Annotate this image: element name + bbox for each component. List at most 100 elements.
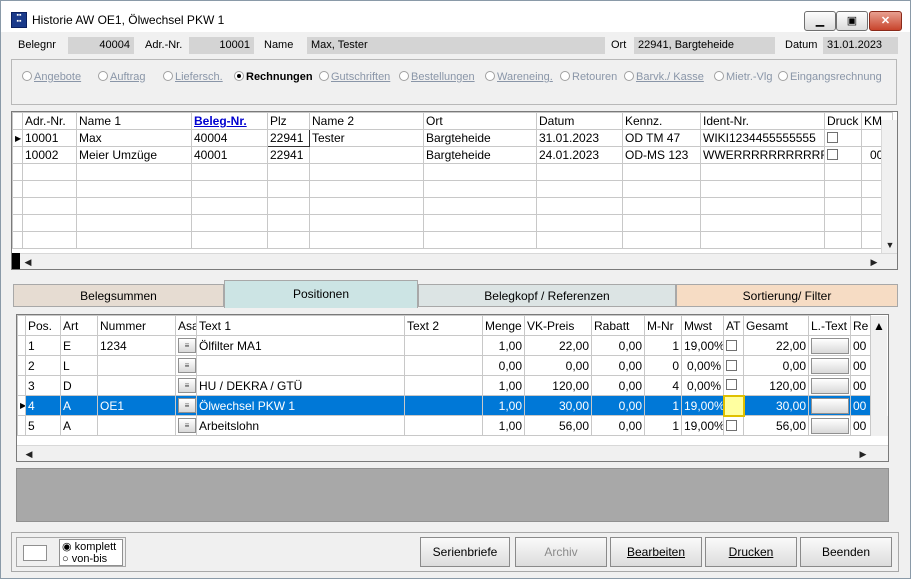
col-header-mnr[interactable]: M-Nr: [644, 315, 682, 336]
ltext-button[interactable]: [808, 355, 851, 376]
cell-name1[interactable]: Max: [76, 129, 192, 147]
col-header-art[interactable]: Art: [60, 315, 98, 336]
cell-mnr[interactable]: 1: [644, 395, 682, 416]
cell-text2[interactable]: [404, 335, 483, 356]
cell-ort[interactable]: Bargteheide: [423, 146, 537, 164]
cell-nummer[interactable]: [97, 355, 176, 376]
col-header-kennz[interactable]: Kennz.: [622, 112, 701, 130]
col-header-nummer[interactable]: Nummer: [97, 315, 176, 336]
tab-sortierung-filter[interactable]: Sortierung/ Filter: [676, 284, 898, 307]
cell-gesamt[interactable]: 30,00: [743, 395, 809, 416]
cell-pos[interactable]: 3: [25, 375, 61, 396]
col-header-plz[interactable]: Plz: [267, 112, 310, 130]
col-header-rabatt[interactable]: Rabatt: [591, 315, 645, 336]
cell-vkpreis[interactable]: 0,00: [524, 355, 592, 376]
table-row[interactable]: ▶ 10001 Max 40004 22941 Tester Bargtehei…: [12, 129, 893, 147]
drucken-button[interactable]: Drucken: [705, 537, 797, 567]
col-header-mwst[interactable]: Mwst: [681, 315, 724, 336]
cell-rabatt[interactable]: 0,00: [591, 355, 645, 376]
ltext-button[interactable]: [808, 415, 851, 436]
cell-rabatt[interactable]: 0,00: [591, 375, 645, 396]
serienbriefe-button[interactable]: Serienbriefe: [420, 537, 510, 567]
col-header-name2[interactable]: Name 2: [309, 112, 424, 130]
cell-datum[interactable]: 24.01.2023: [536, 146, 623, 164]
memo-button[interactable]: ≡: [175, 415, 197, 436]
cell-text2[interactable]: [404, 355, 483, 376]
cell-nummer[interactable]: [97, 415, 176, 436]
cell-mwst[interactable]: 0,00%: [681, 375, 724, 396]
col-header-asa[interactable]: Asa: [175, 315, 197, 336]
cell-re[interactable]: 00: [850, 335, 871, 356]
table-row[interactable]: 5A ≡ Arbeitslohn 1,00 56,00 0,00 1 19,00% 56…: [17, 415, 888, 436]
col-header-text1[interactable]: Text 1: [196, 315, 405, 336]
cell-mnr[interactable]: 1: [644, 335, 682, 356]
cell-at-checkbox[interactable]: [723, 335, 744, 356]
col-header-ort[interactable]: Ort: [423, 112, 537, 130]
cell-identnr[interactable]: WWERRRRRRRRRRR: [700, 146, 825, 164]
col-header-gesamt[interactable]: Gesamt: [743, 315, 809, 336]
cell-text2[interactable]: [404, 415, 483, 436]
maximize-button[interactable]: ▣: [836, 11, 868, 31]
scroll-up-icon[interactable]: ▲: [870, 315, 888, 336]
table-row-selected[interactable]: ▶4AOE1 ≡ Ölwechsel PKW 1 1,0030,000,0011…: [17, 394, 888, 417]
cell-rabatt[interactable]: 0,00: [591, 415, 645, 436]
scroll-left-icon[interactable]: ◀: [21, 446, 37, 461]
cell-druck-checkbox[interactable]: [824, 146, 862, 164]
cell-mwst[interactable]: 19,00%: [681, 415, 724, 436]
cell-gesamt[interactable]: 120,00: [743, 375, 809, 396]
bearbeiten-button[interactable]: Bearbeiten: [610, 537, 702, 567]
cell-rabatt[interactable]: 0,00: [591, 335, 645, 356]
radio-auftrag[interactable]: Auftrag: [98, 71, 145, 83]
tab-belegsummen[interactable]: Belegsummen: [13, 284, 224, 307]
scroll-down-icon[interactable]: ▼: [882, 237, 897, 253]
cell-vkpreis[interactable]: 22,00: [524, 335, 592, 356]
memo-button[interactable]: ≡: [175, 355, 197, 376]
cell-mnr[interactable]: 0: [644, 355, 682, 376]
cell-pos[interactable]: 4: [25, 395, 61, 416]
cell-menge[interactable]: 1,00: [482, 415, 525, 436]
cell-kennz[interactable]: OD-MS 123: [622, 146, 701, 164]
cell-mwst[interactable]: 19,00%: [681, 395, 724, 416]
radio-eingangsrechnung[interactable]: Eingangsrechnung: [778, 71, 882, 83]
archiv-button[interactable]: Archiv: [515, 537, 607, 567]
cell-re[interactable]: 00: [850, 395, 871, 416]
cell-text1[interactable]: HU / DEKRA / GTÜ: [196, 375, 405, 396]
tab-belegkopf-referenzen[interactable]: Belegkopf / Referenzen: [418, 284, 676, 307]
cell-belegnr[interactable]: 40004: [191, 129, 268, 147]
ltext-button[interactable]: [808, 395, 851, 416]
ltext-button[interactable]: [808, 375, 851, 396]
grid2-horizontal-scrollbar[interactable]: ◀ ▶: [17, 445, 888, 461]
cell-text1[interactable]: [196, 355, 405, 376]
cell-menge[interactable]: 1,00: [482, 395, 525, 416]
col-header-vkpreis[interactable]: VK-Preis: [524, 315, 592, 336]
radio-rechnungen[interactable]: Rechnungen: [234, 71, 313, 83]
col-header-belegnr[interactable]: Beleg-Nr.: [191, 112, 268, 130]
cell-druck-checkbox[interactable]: [824, 129, 862, 147]
table-row[interactable]: 3D ≡ HU / DEKRA / GTÜ 1,00 120,00 0,00 4 0,0…: [17, 375, 888, 396]
cell-adrnr[interactable]: 10002: [22, 146, 77, 164]
radio-gutschriften[interactable]: Gutschriften: [319, 71, 390, 83]
col-header-text2[interactable]: Text 2: [404, 315, 483, 336]
cell-at-checkbox[interactable]: [722, 394, 745, 417]
scroll-right-icon[interactable]: ▶: [866, 254, 882, 269]
cell-gesamt[interactable]: 0,00: [743, 355, 809, 376]
cell-text2[interactable]: [404, 375, 483, 396]
cell-art[interactable]: A: [60, 395, 98, 416]
cell-belegnr[interactable]: 40001: [191, 146, 268, 164]
cell-gesamt[interactable]: 56,00: [743, 415, 809, 436]
cell-re[interactable]: 00: [850, 415, 871, 436]
cell-kennz[interactable]: OD TM 47: [622, 129, 701, 147]
col-header-pos[interactable]: Pos.: [25, 315, 61, 336]
cell-identnr[interactable]: WIKI1234455555555: [700, 129, 825, 147]
memo-button[interactable]: ≡: [175, 395, 197, 416]
cell-art[interactable]: L: [60, 355, 98, 376]
radio-angebote[interactable]: Angebote: [22, 71, 81, 83]
cell-gesamt[interactable]: 22,00: [743, 335, 809, 356]
col-header-at[interactable]: AT: [723, 315, 744, 336]
radio-mietr-vlg[interactable]: Mietr.-Vlg: [714, 71, 772, 83]
col-header-re[interactable]: Re: [850, 315, 871, 336]
cell-ort[interactable]: Bargteheide: [423, 129, 537, 147]
table-row[interactable]: 2L ≡ 0,00 0,00 0,00 0 0,00% 0,00 00: [17, 355, 888, 376]
col-header-datum[interactable]: Datum: [536, 112, 623, 130]
cell-mnr[interactable]: 1: [644, 415, 682, 436]
